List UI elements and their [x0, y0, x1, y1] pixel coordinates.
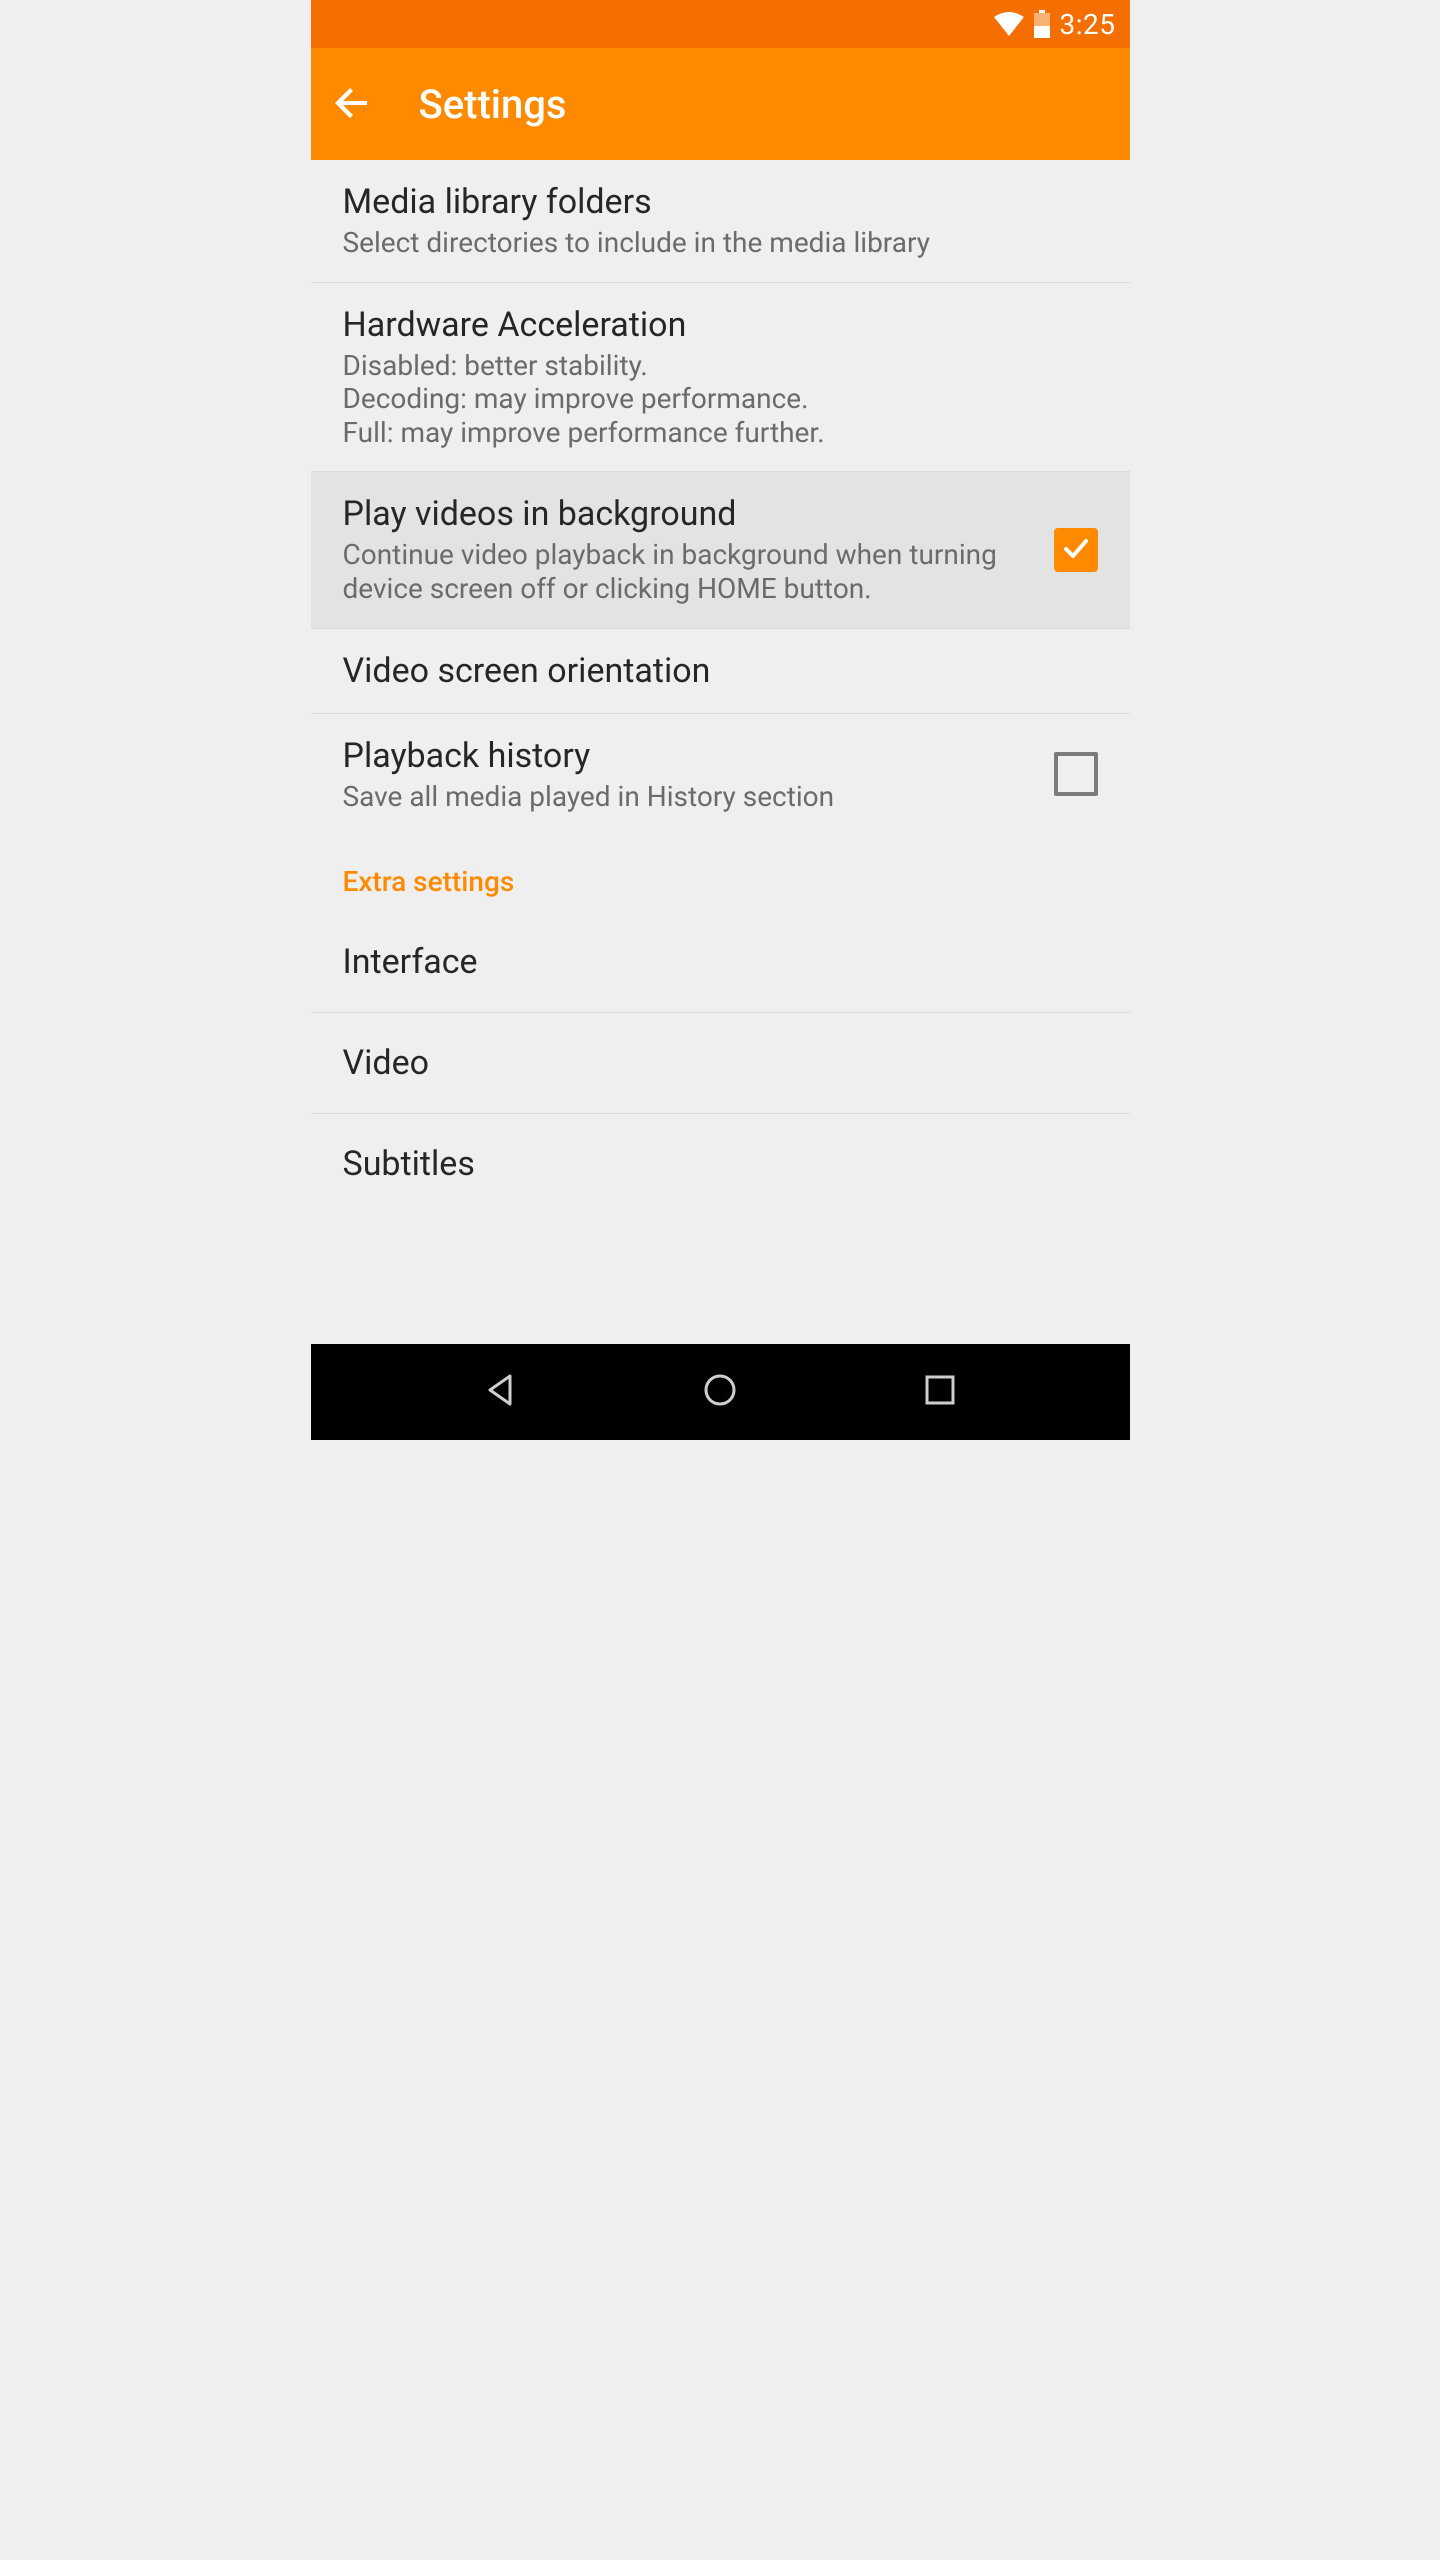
setting-hardware-acceleration[interactable]: Hardware Acceleration Disabled: better s…: [311, 283, 1130, 473]
check-icon: [1061, 533, 1091, 567]
setting-media-library[interactable]: Media library folders Select directories…: [311, 160, 1130, 283]
circle-home-icon: [702, 1372, 738, 1412]
setting-video[interactable]: Video: [311, 1013, 1130, 1114]
setting-title: Playback history: [343, 736, 1026, 776]
setting-title: Video: [343, 1043, 430, 1083]
arrow-left-icon: [331, 83, 371, 126]
status-bar: 3:25: [311, 0, 1130, 48]
setting-subtitle: Continue video playback in background wh…: [343, 538, 1026, 605]
setting-title: Interface: [343, 942, 478, 982]
setting-interface[interactable]: Interface: [311, 912, 1130, 1013]
section-header-extra: Extra settings: [311, 835, 1130, 912]
settings-list: Media library folders Select directories…: [311, 160, 1130, 1344]
nav-back-button[interactable]: [470, 1362, 530, 1422]
status-time: 3:25: [1060, 8, 1116, 41]
setting-playback-history[interactable]: Playback history Save all media played i…: [311, 714, 1130, 836]
nav-home-button[interactable]: [690, 1362, 750, 1422]
setting-subtitle: Select directories to include in the med…: [343, 226, 1098, 260]
back-button[interactable]: [321, 74, 381, 134]
setting-title: Hardware Acceleration: [343, 305, 1098, 345]
setting-title: Media library folders: [343, 182, 1098, 222]
nav-recent-button[interactable]: [910, 1362, 970, 1422]
setting-video-orientation[interactable]: Video screen orientation: [311, 629, 1130, 714]
setting-play-background[interactable]: Play videos in background Continue video…: [311, 472, 1130, 628]
square-recent-icon: [924, 1374, 956, 1410]
checkbox-playback-history[interactable]: [1054, 752, 1098, 796]
setting-subtitle: Disabled: better stability. Decoding: ma…: [343, 349, 1098, 450]
triangle-back-icon: [482, 1372, 518, 1412]
page-title: Settings: [419, 81, 567, 128]
setting-subtitles[interactable]: Subtitles: [311, 1114, 1130, 1214]
navigation-bar: [311, 1344, 1130, 1440]
checkbox-play-background[interactable]: [1054, 528, 1098, 572]
app-bar: Settings: [311, 48, 1130, 160]
setting-title: Subtitles: [343, 1144, 475, 1184]
setting-title: Video screen orientation: [343, 651, 1098, 691]
wifi-icon: [994, 12, 1024, 36]
setting-subtitle: Save all media played in History section: [343, 780, 1026, 814]
setting-title: Play videos in background: [343, 494, 1026, 534]
battery-icon: [1034, 10, 1050, 38]
